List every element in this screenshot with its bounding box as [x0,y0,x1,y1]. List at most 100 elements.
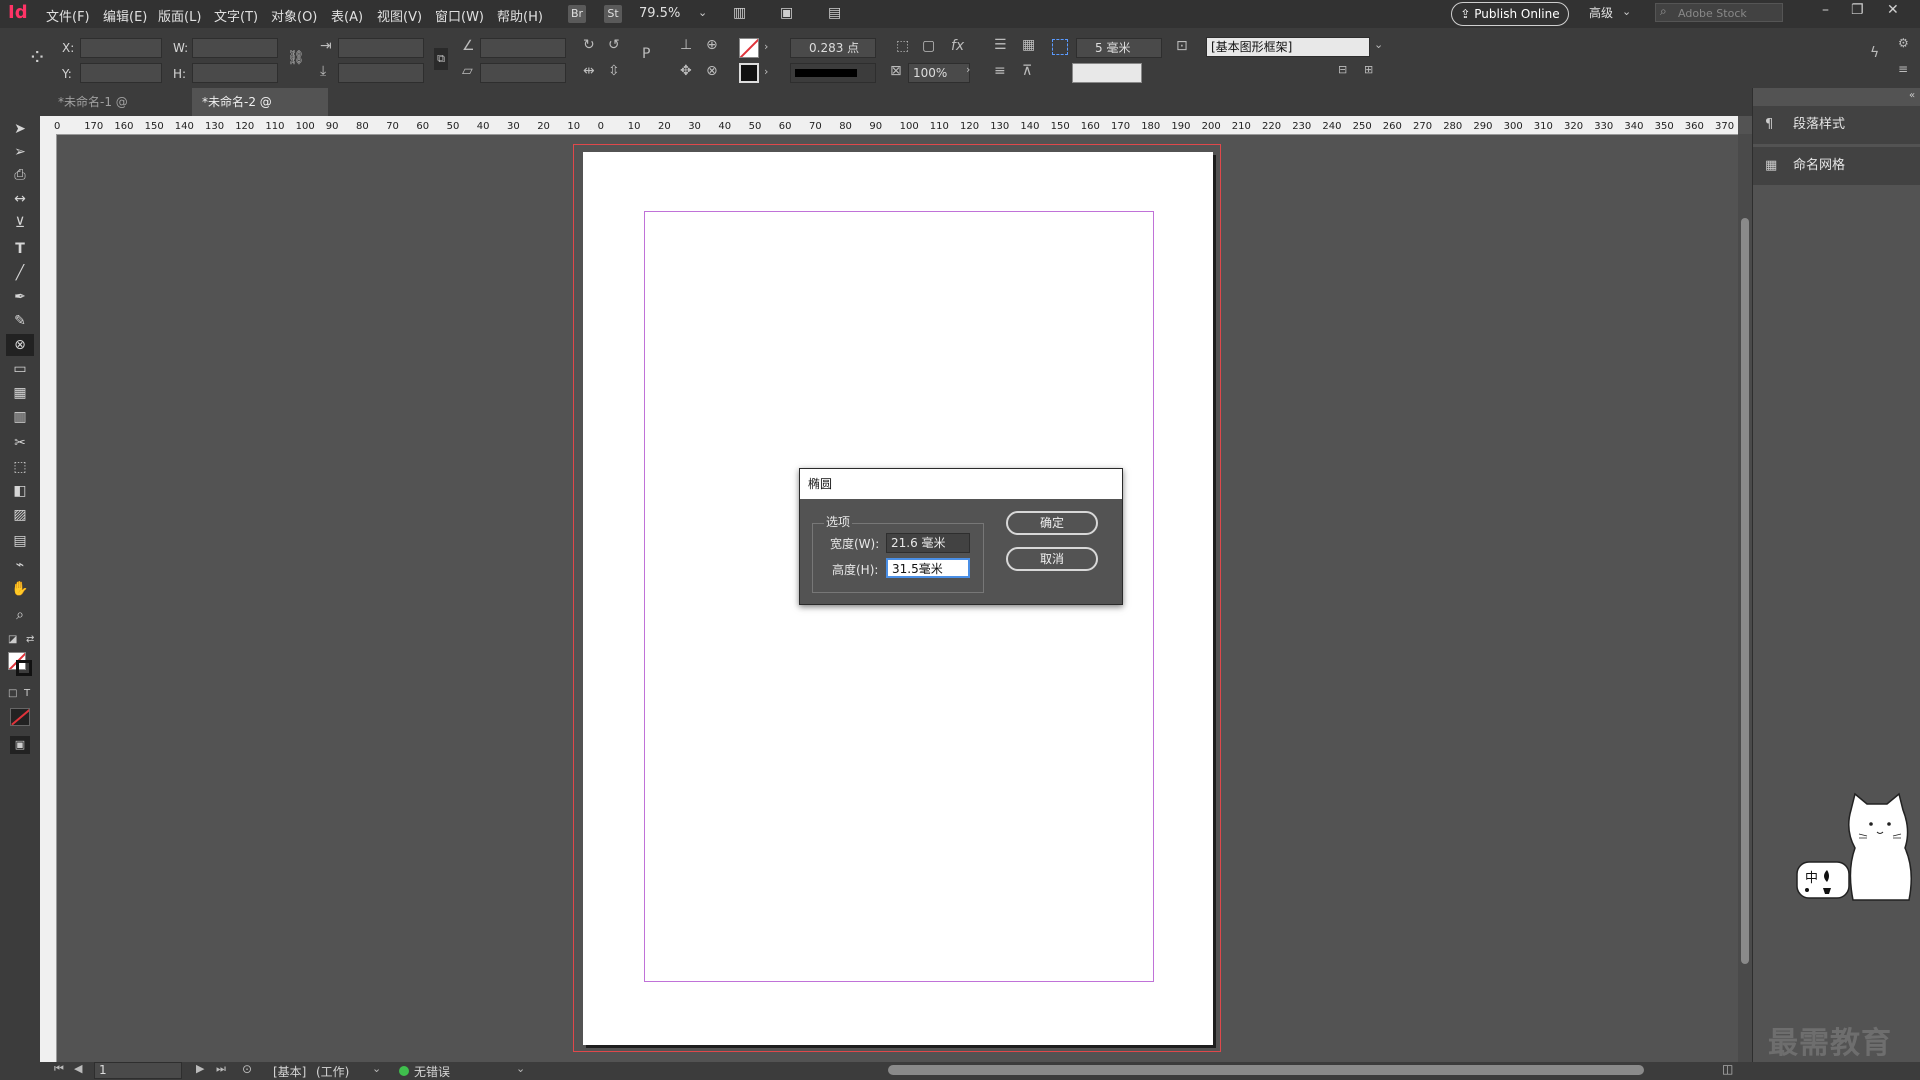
clear-overrides-icon[interactable]: ⊟ [1338,63,1347,76]
zoom-tool-icon[interactable]: ⌕ [6,604,34,626]
publish-online-button[interactable]: ⇪ Publish Online [1451,2,1569,26]
view-toggle-icon[interactable]: ◫ [1722,1062,1733,1076]
stock-button[interactable]: St [604,5,622,23]
close-icon[interactable]: ✕ [1887,2,1899,18]
free-transform-tool-icon[interactable]: ⬚ [6,456,34,478]
w-field[interactable] [192,38,278,58]
menu-object[interactable]: 对象(O) [271,6,317,25]
stroke-menu-icon[interactable]: › [764,65,768,78]
rotation-field[interactable] [480,38,566,58]
gradient-swatch-tool-icon[interactable]: ◧ [6,480,34,502]
shear-field[interactable] [480,63,566,83]
direct-selection-tool-icon[interactable]: ➢ [6,141,34,163]
gradient-feather-tool-icon[interactable]: ▨ [6,504,34,526]
chevron-down-icon[interactable]: ⌄ [1374,38,1383,51]
open-page-icon[interactable]: ⊙ [242,1062,252,1076]
ok-button[interactable]: 确定 [1006,511,1098,535]
menu-table[interactable]: 表(A) [331,6,363,25]
view-options-icon[interactable]: ▥ [733,5,746,21]
first-page-icon[interactable]: ⏮ [54,1062,64,1076]
menu-window[interactable]: 窗口(W) [435,6,484,25]
stroke-swatch[interactable] [16,660,32,676]
menu-file[interactable]: 文件(F) [46,6,90,25]
horizontal-grid-tool-icon[interactable]: ▦ [6,382,34,404]
vertical-grid-tool-icon[interactable]: ▥ [6,406,34,428]
pencil-tool-icon[interactable]: ✎ [6,310,34,332]
fill-none-swatch[interactable] [739,38,759,58]
select-container-icon[interactable]: ⊥ [680,37,692,53]
frame-fitting-icon[interactable]: ⬚ [896,38,909,54]
drop-shadow-icon[interactable]: ▢ [922,38,935,54]
zoom-level[interactable]: 79.5% [639,6,680,21]
effects-icon[interactable]: fx [951,38,964,54]
y-field[interactable] [80,63,162,83]
vertical-scroll-thumb[interactable] [1741,218,1749,964]
height-input[interactable]: 31.5毫米 [886,558,970,578]
stroke-type-select[interactable] [790,63,876,83]
flip-vertical-icon[interactable]: ⇳ [608,63,620,79]
bridge-button[interactable]: Br [568,5,586,23]
panel-named-grids[interactable]: ▦ 命名网格 [1753,147,1920,185]
minimize-icon[interactable]: – [1822,2,1829,18]
last-page-icon[interactable]: ⏭ [216,1062,226,1076]
dialog-title[interactable]: 椭圆 [800,469,1122,499]
text-wrap-bbox-icon[interactable]: ▦ [1022,37,1035,53]
select-previous-icon[interactable]: ⊕ [706,37,718,53]
opacity-menu-icon[interactable]: › [966,63,970,76]
select-next-icon[interactable]: ⊗ [706,63,718,79]
gap-tool-icon[interactable]: ↔ [6,188,34,210]
cancel-button[interactable]: 取消 [1006,547,1098,571]
eyedropper-tool-icon[interactable]: ⌁ [6,554,34,576]
menu-help[interactable]: 帮助(H) [497,6,543,25]
menu-edit[interactable]: 编辑(E) [103,6,147,25]
chevron-down-icon[interactable]: ⌄ [372,1062,381,1075]
line-tool-icon[interactable]: ╱ [6,262,34,284]
text-wrap-jump-icon[interactable]: ≡ [994,63,1006,79]
text-wrap-none-icon[interactable]: ☰ [994,37,1007,53]
fill-menu-icon[interactable]: › [764,40,768,53]
screen-mode-icon[interactable]: ▣ [10,736,30,754]
scale-y-field[interactable] [338,63,424,83]
arrange-documents-icon[interactable]: ▤ [828,5,841,21]
style-override-icon[interactable]: ⊞ [1364,63,1373,76]
panel-menu-icon[interactable]: ≡ [1898,62,1908,76]
restore-icon[interactable]: ❐ [1851,2,1864,18]
pen-tool-icon[interactable]: ✒ [6,286,34,308]
reference-point-icon[interactable]: ⁘ [28,46,46,71]
selection-tool-icon[interactable]: ➤ [6,118,34,140]
rotate-cw-icon[interactable]: ↻ [583,37,595,53]
stock-search-input[interactable]: Adobe Stock [1655,3,1783,22]
chevron-down-icon[interactable]: ⌄ [516,1062,525,1075]
preflight-label[interactable]: 无错误 [414,1063,450,1080]
formatting-container-icon[interactable]: □ [8,688,17,699]
menu-layout[interactable]: 版面(L) [158,6,201,25]
lightning-icon[interactable]: ϟ [1870,45,1879,61]
formatting-text-icon[interactable]: T [24,688,30,699]
gear-icon[interactable]: ⚙ [1898,36,1909,50]
wrap-offset-field[interactable]: 5 毫米 [1076,38,1162,58]
page-tool-icon[interactable]: ⎙ [6,164,34,186]
previous-page-icon[interactable]: ◀ [74,1062,82,1075]
workspace-switcher[interactable]: 高级 [1589,4,1613,21]
note-tool-icon[interactable]: ▤ [6,530,34,552]
collapse-panels-icon[interactable]: « [1909,90,1915,101]
text-wrap-next-icon[interactable]: ⊼ [1022,63,1032,79]
stroke-weight-field[interactable]: 0.283 点 [790,38,876,58]
corner-shape-select[interactable] [1072,63,1142,83]
apply-none-icon[interactable] [10,708,30,726]
scale-x-field[interactable] [338,38,424,58]
h-field[interactable] [192,63,278,83]
next-page-icon[interactable]: ▶ [196,1062,204,1075]
constrain-scale-icon[interactable]: ⧉ [434,48,448,70]
flip-horizontal-icon[interactable]: ⇹ [583,63,595,79]
menu-view[interactable]: 视图(V) [377,6,422,25]
scissors-tool-icon[interactable]: ✂ [6,432,34,454]
rotate-ccw-icon[interactable]: ↺ [608,37,620,53]
menu-type[interactable]: 文字(T) [214,6,258,25]
width-input[interactable]: 21.6 毫米 [886,533,970,553]
hand-tool-icon[interactable]: ✋ [6,578,34,600]
chevron-down-icon[interactable]: ⌄ [1622,5,1631,18]
opacity-field[interactable]: 100% [908,63,970,83]
rectangle-tool-icon[interactable]: ▭ [6,358,34,380]
page-number-field[interactable]: 1 [94,1062,182,1079]
